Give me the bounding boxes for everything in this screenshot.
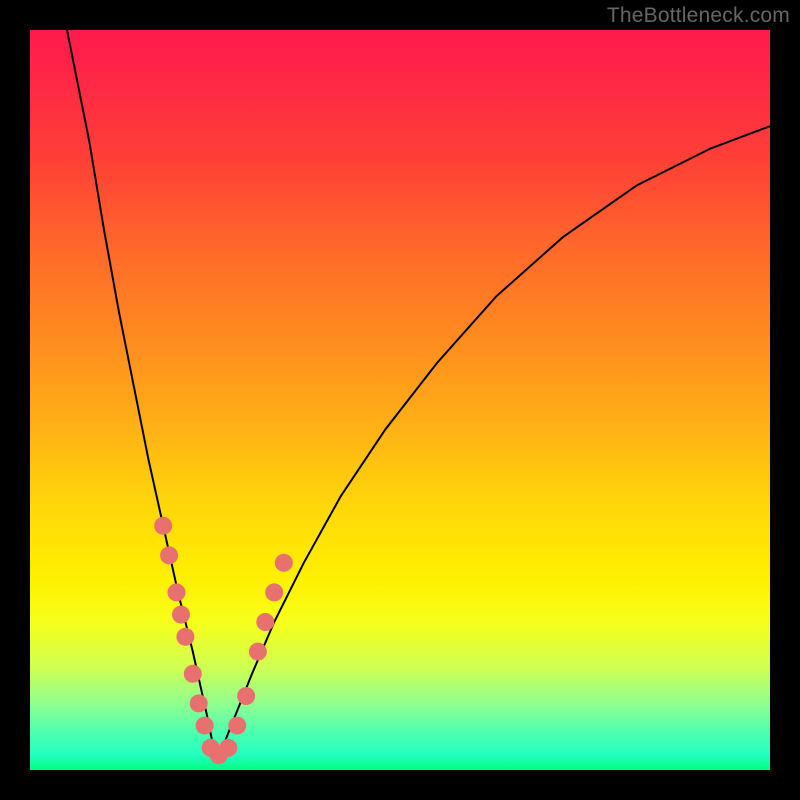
highlight-dot	[219, 739, 237, 757]
highlight-dot	[196, 717, 214, 735]
highlight-dot	[160, 546, 178, 564]
chart-plot-area	[30, 30, 770, 770]
highlight-dot	[154, 517, 172, 535]
chart-svg	[30, 30, 770, 770]
highlighted-points-group	[154, 517, 293, 764]
highlight-dot	[275, 554, 293, 572]
attribution-text: TheBottleneck.com	[607, 4, 790, 28]
highlight-dot	[249, 643, 267, 661]
highlight-dot	[184, 665, 202, 683]
highlight-dot	[176, 628, 194, 646]
highlight-dot	[168, 583, 186, 601]
highlight-dot	[265, 583, 283, 601]
highlight-dot	[237, 687, 255, 705]
highlight-dot	[172, 606, 190, 624]
highlight-dot	[256, 613, 274, 631]
highlight-dot	[190, 694, 208, 712]
bottleneck-curve-line	[59, 10, 770, 755]
highlight-dot	[228, 717, 246, 735]
